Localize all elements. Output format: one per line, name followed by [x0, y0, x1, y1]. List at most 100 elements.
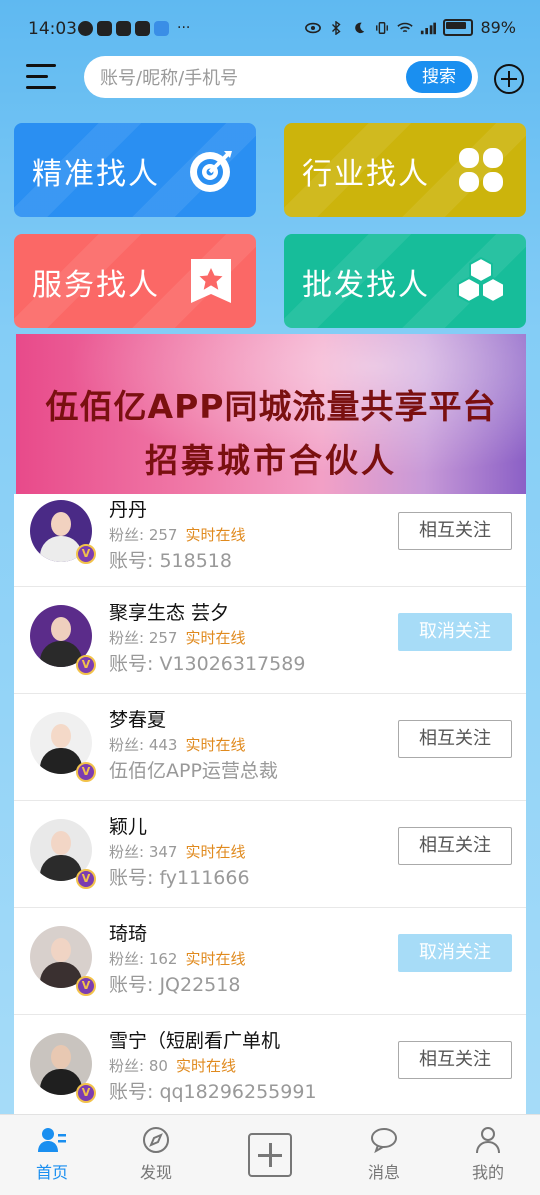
tab-label: 首页	[35, 1163, 68, 1182]
follow-button[interactable]: 相互关注	[398, 512, 512, 550]
list-item[interactable]: V 琦琦 粉丝: 162 实时在线 账号: JQ22518 取消关注	[14, 908, 526, 1015]
fans-line: 粉丝: 257 实时在线	[109, 526, 246, 544]
tab-messages[interactable]: 消息	[344, 1125, 424, 1183]
tile-label: 精准找人	[32, 157, 160, 192]
app-notification-icon	[135, 20, 150, 36]
add-circle-icon[interactable]	[494, 64, 524, 94]
search-button[interactable]: 搜索	[406, 61, 472, 93]
online-status: 实时在线	[185, 843, 246, 861]
list-item[interactable]: V 颖儿 粉丝: 347 实时在线 账号: fy111666 相互关注	[14, 801, 526, 908]
user-account: 账号: V13026317589	[109, 653, 306, 675]
status-bar: 14:03 ··· 89%	[0, 0, 540, 58]
plus-square-icon[interactable]	[248, 1133, 292, 1177]
app-notification-icon	[116, 20, 131, 36]
tile-label: 批发找人	[302, 268, 430, 303]
eye-icon	[305, 22, 322, 33]
status-time: 14:03	[28, 19, 77, 39]
fans-count: 162	[148, 950, 178, 968]
follow-button[interactable]: 相互关注	[398, 827, 512, 865]
user-name: 丹丹	[109, 499, 148, 521]
user-name: 琦琦	[109, 923, 148, 945]
fans-line: 粉丝: 162 实时在线	[109, 950, 246, 968]
vibrate-icon	[376, 21, 389, 34]
user-account: 账号: fy111666	[109, 867, 250, 889]
bluetooth-icon	[332, 20, 342, 35]
bookmark-star-icon	[191, 259, 231, 303]
boxes-icon	[457, 256, 505, 304]
status-right: 89%	[305, 18, 516, 37]
fans-line: 粉丝: 347 实时在线	[109, 843, 246, 861]
fans-line: 粉丝: 443 实时在线	[109, 736, 246, 754]
tile-precise-search[interactable]: 精准找人	[14, 123, 256, 217]
verified-badge-icon: V	[76, 655, 96, 675]
banner-headline: 伍佰亿APP同城流量共享平台	[45, 387, 497, 426]
online-status: 实时在线	[185, 736, 246, 754]
tile-label: 服务找人	[32, 268, 160, 303]
user-account: 账号: qq18296255991	[109, 1081, 317, 1103]
tab-label: 消息	[367, 1163, 400, 1182]
verified-badge-icon: V	[76, 976, 96, 996]
tab-me[interactable]: 我的	[448, 1125, 528, 1183]
person-icon	[476, 1127, 500, 1154]
user-name: 聚享生态 芸夕	[109, 602, 230, 624]
battery-icon	[443, 19, 474, 36]
tab-label: 我的	[471, 1163, 504, 1182]
moon-icon	[355, 22, 365, 33]
banner-subheadline: 招募城市合伙人	[145, 441, 397, 480]
tile-wholesale-search[interactable]: 批发找人	[284, 234, 526, 328]
tab-discover[interactable]: 发现	[116, 1125, 196, 1183]
compass-icon	[143, 1127, 169, 1153]
online-status: 实时在线	[185, 629, 246, 647]
unfollow-button[interactable]: 取消关注	[398, 934, 512, 972]
list-item[interactable]: V 丹丹 粉丝: 257 实时在线 账号: 518518 相互关注	[14, 494, 526, 587]
chat-notification-icon	[78, 20, 93, 36]
notification-icons: ···	[78, 20, 190, 36]
tab-home[interactable]: 首页	[12, 1125, 92, 1183]
search-bar: 搜索	[84, 56, 478, 100]
home-user-icon	[38, 1128, 66, 1152]
promo-banner[interactable]: 伍佰亿APP同城流量共享平台 招募城市合伙人	[16, 334, 526, 494]
app-notification-icon	[154, 20, 169, 36]
chat-bubble-icon	[371, 1128, 397, 1154]
search-input[interactable]	[98, 56, 402, 100]
battery-percent: 89%	[480, 18, 516, 37]
fans-count: 443	[148, 736, 178, 754]
menu-icon[interactable]	[26, 64, 58, 90]
unfollow-button[interactable]: 取消关注	[398, 613, 512, 651]
verified-badge-icon: V	[76, 869, 96, 889]
online-status: 实时在线	[185, 950, 246, 968]
user-name: 雪宁（短剧看广单机	[109, 1030, 281, 1052]
tile-service-search[interactable]: 服务找人	[14, 234, 256, 328]
list-item[interactable]: V 聚享生态 芸夕 粉丝: 257 实时在线 账号: V13026317589 取…	[14, 587, 526, 694]
verified-badge-icon: V	[76, 544, 96, 564]
target-icon	[190, 151, 232, 192]
user-title: 伍佰亿APP运营总裁	[109, 760, 278, 782]
follow-button[interactable]: 相互关注	[398, 720, 512, 758]
fans-count: 257	[148, 526, 178, 544]
bottom-tab-bar: 首页 发现 消息 我的	[0, 1114, 540, 1195]
user-account: 账号: 518518	[109, 550, 232, 572]
tab-label: 发现	[139, 1163, 172, 1182]
fans-line: 粉丝: 80 实时在线	[109, 1057, 236, 1075]
wifi-icon	[397, 22, 414, 32]
tile-label: 行业找人	[302, 157, 430, 192]
list-item[interactable]: V 雪宁（短剧看广单机 粉丝: 80 实时在线 账号: qq18296255991…	[14, 1015, 526, 1122]
tile-industry-search[interactable]: 行业找人	[284, 123, 526, 217]
list-item[interactable]: V 梦春夏 粉丝: 443 实时在线 伍佰亿APP运营总裁 相互关注	[14, 694, 526, 801]
top-bar: 搜索	[0, 54, 540, 100]
user-name: 颖儿	[109, 816, 148, 838]
online-status: 实时在线	[185, 526, 246, 544]
online-status: 实时在线	[175, 1057, 236, 1075]
follow-button[interactable]: 相互关注	[398, 1041, 512, 1079]
fans-count: 347	[148, 843, 178, 861]
app-notification-icon	[97, 20, 112, 36]
verified-badge-icon: V	[76, 762, 96, 782]
verified-badge-icon: V	[76, 1083, 96, 1103]
user-list: V 丹丹 粉丝: 257 实时在线 账号: 518518 相互关注 V 聚享生态 …	[14, 494, 526, 1122]
fans-line: 粉丝: 257 实时在线	[109, 629, 246, 647]
user-name: 梦春夏	[109, 709, 167, 731]
more-notifications-icon: ···	[177, 20, 191, 36]
four-petal-icon	[459, 148, 503, 192]
signal-icon	[421, 22, 437, 34]
user-account: 账号: JQ22518	[109, 974, 241, 996]
